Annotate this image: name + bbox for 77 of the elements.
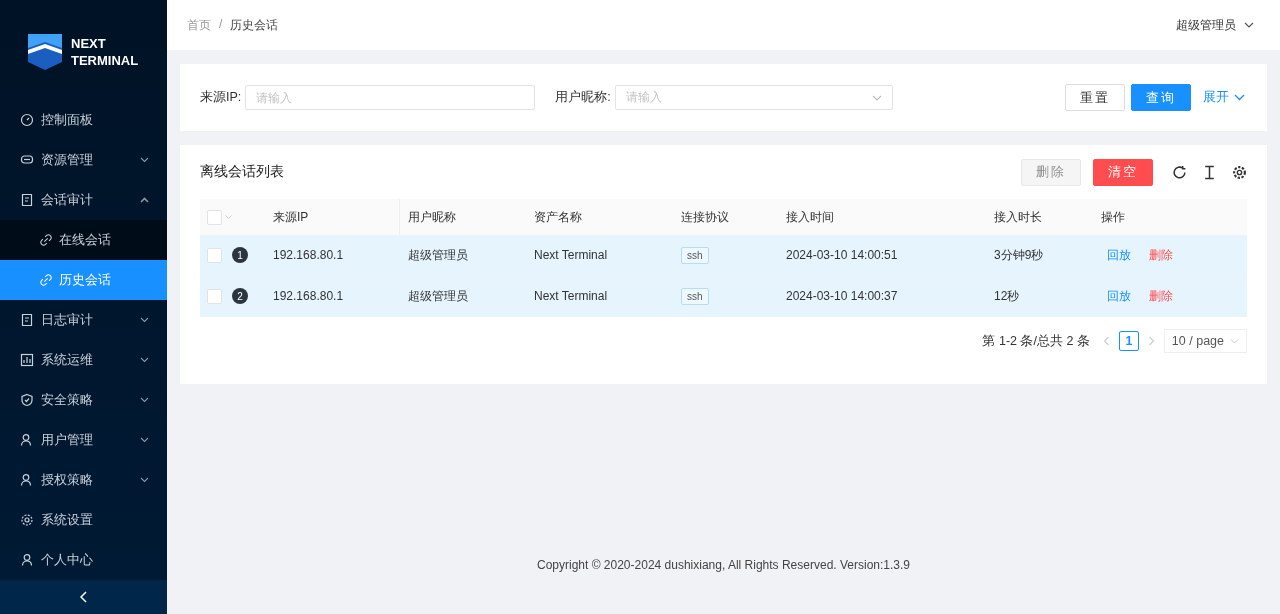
chart-icon — [20, 353, 34, 368]
link-icon — [40, 234, 52, 247]
column-header: 接入时长 — [994, 208, 1043, 226]
chevron-down-icon — [871, 94, 882, 101]
chevron-down-icon — [1230, 338, 1239, 344]
table-cell: 3分钟9秒 — [994, 246, 1044, 264]
menu-item[interactable]: 用户管理 — [0, 420, 167, 461]
column-header: 接入时间 — [786, 208, 835, 226]
menu-item[interactable]: 控制面板 — [0, 100, 167, 141]
logo-icon — [28, 34, 62, 71]
chevron-down-icon — [140, 317, 149, 324]
menu-item[interactable]: 资源管理 — [0, 140, 167, 181]
chevron-down-icon — [140, 397, 149, 404]
logo-text: TERMINAL — [71, 52, 139, 70]
field-label: 来源IP: — [200, 89, 242, 106]
page-size-select[interactable]: 10 / page — [1163, 329, 1247, 353]
logo-text: NEXT — [71, 35, 107, 53]
user-menu[interactable]: 超级管理员 — [1176, 16, 1254, 34]
reset-button[interactable]: 重置 — [1065, 84, 1125, 111]
chevron-right-icon[interactable] — [1147, 336, 1155, 346]
density-icon[interactable] — [1202, 164, 1217, 180]
menu-item[interactable]: 日志审计 — [0, 300, 167, 341]
menu-item[interactable]: 授权策略 — [0, 460, 167, 501]
column-header: 资产名称 — [534, 208, 583, 226]
table-cell: 超级管理员 — [408, 246, 468, 264]
table-cell: 2024-03-10 14:00:37 — [786, 289, 898, 303]
submenu-item[interactable]: 在线会话 — [0, 220, 167, 261]
chevron-down-icon — [140, 477, 149, 484]
link-icon — [40, 274, 52, 287]
table-cell: 超级管理员 — [408, 287, 468, 305]
column-header: 连接协议 — [681, 208, 730, 226]
checkbox[interactable] — [207, 209, 222, 225]
column-header: 操作 — [1101, 208, 1126, 226]
pagination-summary: 第 1-2 条/总共 2 条 — [982, 332, 1090, 350]
column-header: 用户昵称 — [408, 208, 457, 226]
table-cell: Next Terminal — [534, 289, 608, 303]
field-label: 用户昵称: — [555, 89, 611, 106]
checkbox[interactable] — [207, 288, 222, 304]
table-cell: Next Terminal — [534, 248, 608, 262]
chevron-down-icon — [1234, 94, 1245, 101]
settings-icon[interactable] — [1232, 164, 1247, 180]
chevron-left-icon[interactable] — [1102, 336, 1110, 346]
index-badge: 1 — [232, 247, 248, 263]
chevron-down-icon — [140, 357, 149, 364]
checkbox[interactable] — [207, 247, 222, 263]
menu-item[interactable]: 会话审计 — [0, 180, 167, 221]
table-cell: 192.168.80.1 — [273, 289, 344, 303]
chevron-down-icon[interactable] — [225, 215, 232, 219]
menu-item[interactable]: 系统设置 — [0, 500, 167, 541]
copyright-text: Copyright © 2020-2024 dushixiang, All Rights Reserved. Version:1.3.9 — [536, 558, 911, 572]
table-title: 离线会话列表 — [200, 163, 284, 181]
protocol-tag: ssh — [681, 287, 709, 305]
chevron-down-icon — [1244, 22, 1254, 28]
chevron-down-icon — [140, 437, 149, 444]
chevron-left-icon — [79, 591, 88, 604]
refresh-icon[interactable] — [1172, 164, 1187, 180]
user-icon — [20, 433, 34, 448]
document-icon — [20, 313, 34, 328]
breadcrumb-current: 历史会话 — [230, 16, 279, 34]
menu-item[interactable]: 个人中心 — [0, 540, 167, 581]
table-cell: 192.168.80.1 — [273, 248, 344, 262]
gear-icon — [20, 513, 34, 528]
document-icon — [20, 193, 34, 208]
user-icon — [20, 553, 34, 568]
collapse-button[interactable] — [0, 580, 167, 614]
user-icon — [20, 473, 34, 488]
gauge-icon — [20, 113, 34, 128]
shield-icon — [20, 393, 34, 408]
chevron-down-icon — [140, 157, 149, 164]
table-cell: 2024-03-10 14:00:51 — [786, 248, 898, 262]
chevron-up-icon — [140, 197, 149, 204]
menu-item[interactable]: 系统运维 — [0, 340, 167, 381]
index-badge: 2 — [232, 288, 248, 304]
table-cell: 12秒 — [994, 287, 1020, 305]
menu-item[interactable]: 安全策略 — [0, 380, 167, 421]
protocol-tag: ssh — [681, 246, 709, 264]
breadcrumb-separator: / — [219, 16, 223, 33]
